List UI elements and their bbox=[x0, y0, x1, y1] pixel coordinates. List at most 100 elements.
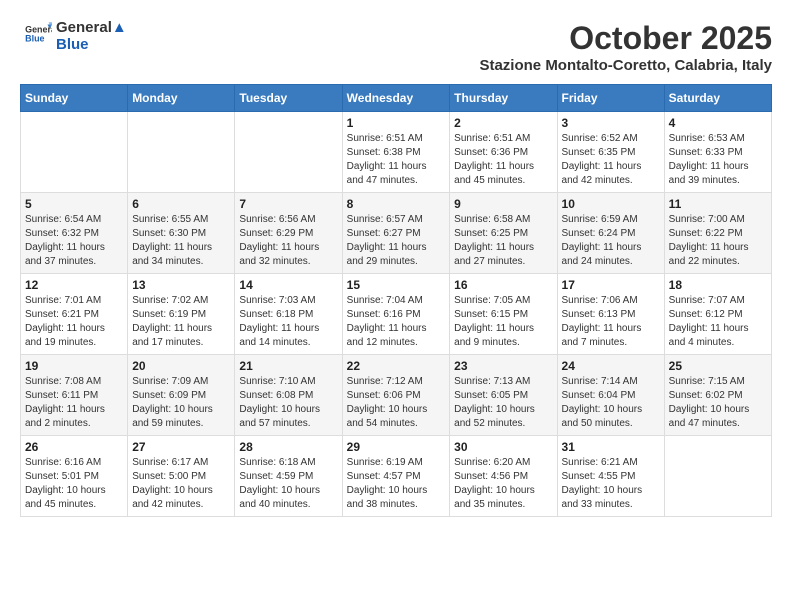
day-info: Sunrise: 7:13 AM Sunset: 6:05 PM Dayligh… bbox=[454, 375, 552, 431]
day-number: 9 bbox=[454, 197, 552, 211]
day-info: Sunrise: 6:52 AM Sunset: 6:35 PM Dayligh… bbox=[562, 132, 660, 188]
day-number: 17 bbox=[562, 278, 660, 292]
day-number: 11 bbox=[669, 197, 767, 211]
day-number: 25 bbox=[669, 359, 767, 373]
day-info: Sunrise: 7:07 AM Sunset: 6:12 PM Dayligh… bbox=[669, 294, 767, 350]
calendar-cell: 14Sunrise: 7:03 AM Sunset: 6:18 PM Dayli… bbox=[235, 274, 342, 355]
calendar-cell: 6 Sunrise: 6:55 AM Sunset: 6:30 PM Daylig… bbox=[128, 193, 235, 274]
day-info: Sunrise: 7:01 AM Sunset: 6:21 PM Dayligh… bbox=[25, 294, 123, 350]
day-number: 14 bbox=[239, 278, 337, 292]
day-number: 20 bbox=[132, 359, 230, 373]
day-number: 30 bbox=[454, 440, 552, 454]
calendar-cell: 15 Sunrise: 7:04 AM Sunset: 6:16 PM Dayli… bbox=[342, 274, 450, 355]
day-number: 2 bbox=[454, 116, 552, 130]
day-info: Sunrise: 6:51 AM Sunset: 6:38 PM Dayligh… bbox=[347, 132, 446, 188]
logo: General Blue General▲ Blue bbox=[20, 20, 127, 53]
day-number: 19 bbox=[25, 359, 123, 373]
week-row-5: 26 Sunrise: 6:16 AM Sunset: 5:01 PM Dayli… bbox=[21, 436, 772, 517]
month-title: October 2025 bbox=[479, 20, 772, 57]
logo-line2: Blue bbox=[56, 37, 127, 54]
calendar-cell: 20Sunrise: 7:09 AM Sunset: 6:09 PM Dayli… bbox=[128, 355, 235, 436]
calendar-cell: 26 Sunrise: 6:16 AM Sunset: 5:01 PM Dayli… bbox=[21, 436, 128, 517]
day-info: Sunrise: 6:21 AM Sunset: 4:55 PM Dayligh… bbox=[562, 456, 660, 512]
day-info: Sunrise: 7:06 AM Sunset: 6:13 PM Dayligh… bbox=[562, 294, 660, 350]
calendar-cell: 10Sunrise: 6:59 AM Sunset: 6:24 PM Dayli… bbox=[557, 193, 664, 274]
week-row-3: 12 Sunrise: 7:01 AM Sunset: 6:21 PM Dayli… bbox=[21, 274, 772, 355]
day-info: Sunrise: 6:16 AM Sunset: 5:01 PM Dayligh… bbox=[25, 456, 123, 512]
day-number: 31 bbox=[562, 440, 660, 454]
day-info: Sunrise: 6:54 AM Sunset: 6:32 PM Dayligh… bbox=[25, 213, 123, 269]
day-info: Sunrise: 6:20 AM Sunset: 4:56 PM Dayligh… bbox=[454, 456, 552, 512]
calendar-cell: 23 Sunrise: 7:13 AM Sunset: 6:05 PM Dayli… bbox=[450, 355, 557, 436]
day-number: 8 bbox=[347, 197, 446, 211]
day-number: 15 bbox=[347, 278, 446, 292]
day-number: 22 bbox=[347, 359, 446, 373]
week-row-4: 19 Sunrise: 7:08 AM Sunset: 6:11 PM Dayli… bbox=[21, 355, 772, 436]
day-number: 18 bbox=[669, 278, 767, 292]
day-info: Sunrise: 7:08 AM Sunset: 6:11 PM Dayligh… bbox=[25, 375, 123, 431]
day-number: 3 bbox=[562, 116, 660, 130]
day-info: Sunrise: 7:15 AM Sunset: 6:02 PM Dayligh… bbox=[669, 375, 767, 431]
day-number: 28 bbox=[239, 440, 337, 454]
day-info: Sunrise: 7:14 AM Sunset: 6:04 PM Dayligh… bbox=[562, 375, 660, 431]
calendar-cell bbox=[21, 112, 128, 193]
calendar-cell: 5 Sunrise: 6:54 AM Sunset: 6:32 PM Daylig… bbox=[21, 193, 128, 274]
day-header-saturday: Saturday bbox=[664, 85, 771, 112]
day-number: 29 bbox=[347, 440, 446, 454]
calendar-cell: 12 Sunrise: 7:01 AM Sunset: 6:21 PM Dayli… bbox=[21, 274, 128, 355]
title-area: October 2025 Stazione Montalto-Coretto, … bbox=[479, 20, 772, 74]
calendar-cell: 31 Sunrise: 6:21 AM Sunset: 4:55 PM Dayli… bbox=[557, 436, 664, 517]
day-number: 21 bbox=[239, 359, 337, 373]
calendar-cell bbox=[235, 112, 342, 193]
logo-line1: General▲ bbox=[56, 20, 127, 37]
day-number: 27 bbox=[132, 440, 230, 454]
day-info: Sunrise: 6:18 AM Sunset: 4:59 PM Dayligh… bbox=[239, 456, 337, 512]
week-row-2: 5 Sunrise: 6:54 AM Sunset: 6:32 PM Daylig… bbox=[21, 193, 772, 274]
calendar-cell: 27Sunrise: 6:17 AM Sunset: 5:00 PM Dayli… bbox=[128, 436, 235, 517]
day-header-sunday: Sunday bbox=[21, 85, 128, 112]
day-info: Sunrise: 6:57 AM Sunset: 6:27 PM Dayligh… bbox=[347, 213, 446, 269]
calendar-cell: 25 Sunrise: 7:15 AM Sunset: 6:02 PM Dayli… bbox=[664, 355, 771, 436]
calendar-cell: 19 Sunrise: 7:08 AM Sunset: 6:11 PM Dayli… bbox=[21, 355, 128, 436]
week-row-1: 1 Sunrise: 6:51 AM Sunset: 6:38 PM Daylig… bbox=[21, 112, 772, 193]
day-number: 23 bbox=[454, 359, 552, 373]
day-info: Sunrise: 7:04 AM Sunset: 6:16 PM Dayligh… bbox=[347, 294, 446, 350]
calendar-cell: 24Sunrise: 7:14 AM Sunset: 6:04 PM Dayli… bbox=[557, 355, 664, 436]
calendar-cell: 13 Sunrise: 7:02 AM Sunset: 6:19 PM Dayli… bbox=[128, 274, 235, 355]
header-row: SundayMondayTuesdayWednesdayThursdayFrid… bbox=[21, 85, 772, 112]
day-info: Sunrise: 6:58 AM Sunset: 6:25 PM Dayligh… bbox=[454, 213, 552, 269]
day-info: Sunrise: 6:56 AM Sunset: 6:29 PM Dayligh… bbox=[239, 213, 337, 269]
day-number: 1 bbox=[347, 116, 446, 130]
calendar-cell: 7 Sunrise: 6:56 AM Sunset: 6:29 PM Daylig… bbox=[235, 193, 342, 274]
day-number: 10 bbox=[562, 197, 660, 211]
calendar-cell bbox=[128, 112, 235, 193]
day-header-tuesday: Tuesday bbox=[235, 85, 342, 112]
calendar-cell: 22Sunrise: 7:12 AM Sunset: 6:06 PM Dayli… bbox=[342, 355, 450, 436]
day-number: 4 bbox=[669, 116, 767, 130]
day-number: 5 bbox=[25, 197, 123, 211]
day-number: 12 bbox=[25, 278, 123, 292]
calendar-cell: 3 Sunrise: 6:52 AM Sunset: 6:35 PM Daylig… bbox=[557, 112, 664, 193]
calendar-cell: 11 Sunrise: 7:00 AM Sunset: 6:22 PM Dayli… bbox=[664, 193, 771, 274]
day-number: 26 bbox=[25, 440, 123, 454]
calendar-cell: 29 Sunrise: 6:19 AM Sunset: 4:57 PM Dayli… bbox=[342, 436, 450, 517]
calendar-cell: 1 Sunrise: 6:51 AM Sunset: 6:38 PM Daylig… bbox=[342, 112, 450, 193]
calendar-cell: 4 Sunrise: 6:53 AM Sunset: 6:33 PM Daylig… bbox=[664, 112, 771, 193]
day-number: 7 bbox=[239, 197, 337, 211]
calendar-cell: 30 Sunrise: 6:20 AM Sunset: 4:56 PM Dayli… bbox=[450, 436, 557, 517]
day-info: Sunrise: 6:55 AM Sunset: 6:30 PM Dayligh… bbox=[132, 213, 230, 269]
day-info: Sunrise: 6:53 AM Sunset: 6:33 PM Dayligh… bbox=[669, 132, 767, 188]
calendar-cell: 8 Sunrise: 6:57 AM Sunset: 6:27 PM Daylig… bbox=[342, 193, 450, 274]
day-number: 6 bbox=[132, 197, 230, 211]
calendar-cell: 2Sunrise: 6:51 AM Sunset: 6:36 PM Daylig… bbox=[450, 112, 557, 193]
day-info: Sunrise: 7:00 AM Sunset: 6:22 PM Dayligh… bbox=[669, 213, 767, 269]
day-header-friday: Friday bbox=[557, 85, 664, 112]
day-info: Sunrise: 7:02 AM Sunset: 6:19 PM Dayligh… bbox=[132, 294, 230, 350]
header: General Blue General▲ Blue October 2025 … bbox=[20, 20, 772, 74]
day-info: Sunrise: 6:19 AM Sunset: 4:57 PM Dayligh… bbox=[347, 456, 446, 512]
day-header-monday: Monday bbox=[128, 85, 235, 112]
day-number: 13 bbox=[132, 278, 230, 292]
calendar-table: SundayMondayTuesdayWednesdayThursdayFrid… bbox=[20, 84, 772, 517]
calendar-cell: 18 Sunrise: 7:07 AM Sunset: 6:12 PM Dayli… bbox=[664, 274, 771, 355]
calendar-cell: 9 Sunrise: 6:58 AM Sunset: 6:25 PM Daylig… bbox=[450, 193, 557, 274]
